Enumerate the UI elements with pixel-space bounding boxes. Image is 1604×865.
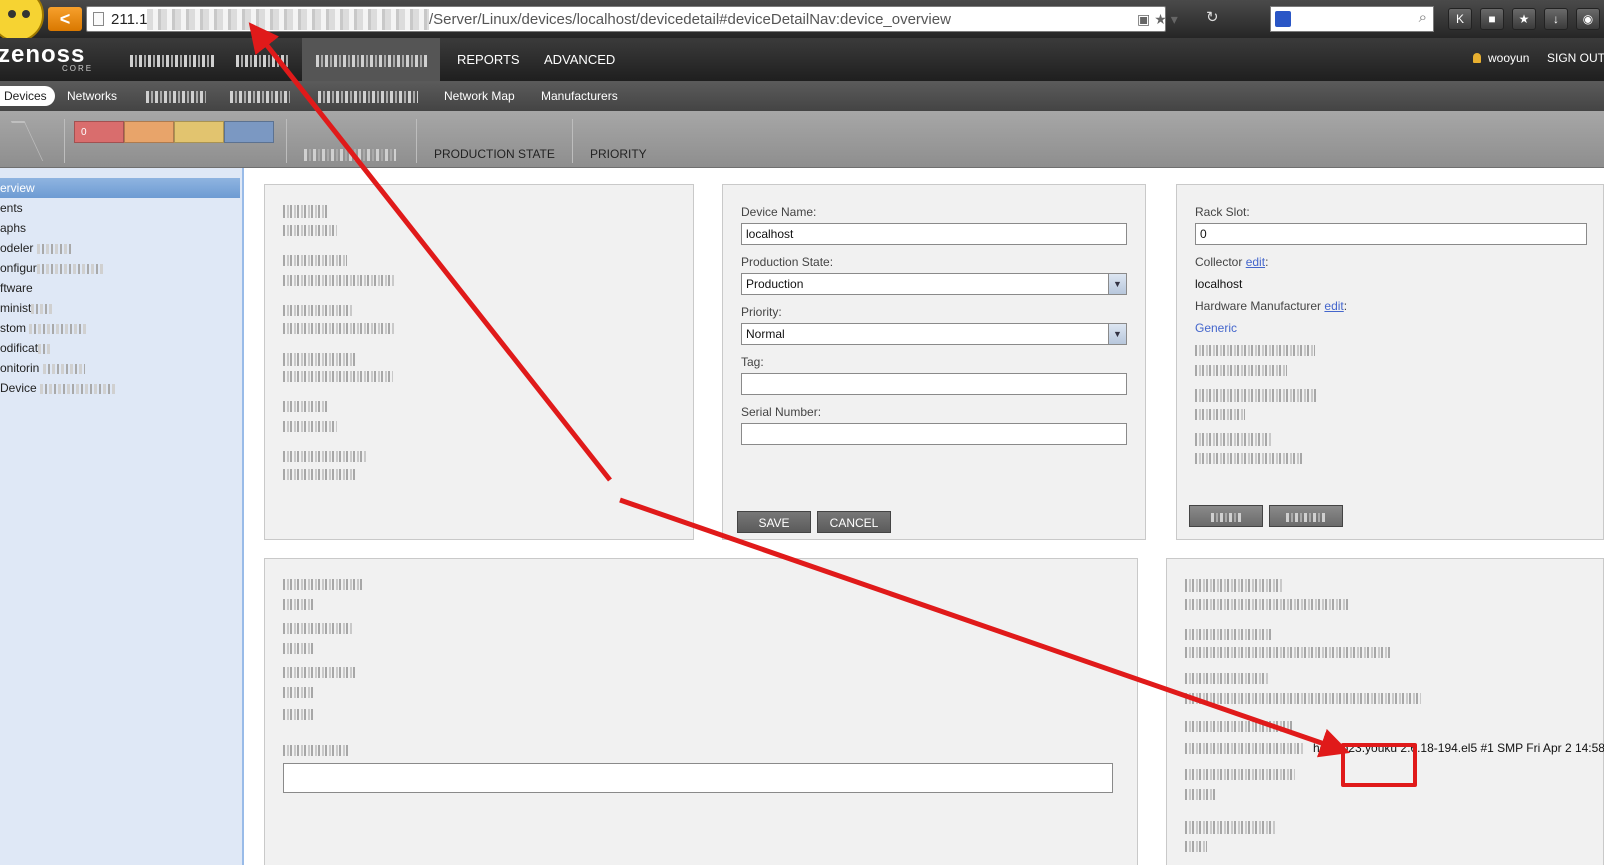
- bookmark-star-icon[interactable]: ▣★▾: [1137, 11, 1182, 28]
- summary-panel: [264, 184, 694, 540]
- chevron-right-icon: [10, 121, 44, 161]
- device-header: 0 PRODUCTION STATE PRIORITY: [0, 111, 1604, 168]
- page-icon: [93, 12, 104, 26]
- url-path: /Server/Linux/devices/localhost/devicede…: [429, 11, 951, 28]
- save-button[interactable]: SAVE: [737, 511, 811, 533]
- zenoss-logo-sub: CORE: [62, 64, 94, 73]
- cancel-button[interactable]: CANCEL: [817, 511, 891, 533]
- refresh-icon[interactable]: ↻: [1206, 8, 1219, 26]
- subnav-network-map[interactable]: Network Map: [444, 89, 515, 103]
- nav-monitoring-templates[interactable]: onitorin: [0, 358, 240, 378]
- sub-navigation: Devices Networks Network Map Manufacture…: [0, 81, 1604, 111]
- nav-dashboard[interactable]: [116, 38, 230, 81]
- nav-custom-properties[interactable]: stom: [0, 318, 240, 338]
- snmp-panel: hoss.b23.youku 2.6.18-194.el5 #1 SMP Fri…: [1166, 558, 1604, 865]
- back-button[interactable]: <: [48, 7, 82, 31]
- divider: [572, 119, 573, 163]
- tag-field[interactable]: [741, 373, 1127, 395]
- nav-events[interactable]: ents: [0, 198, 240, 218]
- download-icon[interactable]: ↓: [1544, 8, 1568, 30]
- subnav-networks[interactable]: Networks: [67, 89, 117, 103]
- hw-manufacturer-value[interactable]: Generic: [1195, 321, 1237, 335]
- screen: < 211.1 /Server/Linux/devices/localhost/…: [0, 0, 1604, 865]
- subnav-processes[interactable]: [146, 89, 206, 103]
- rack-slot-label: Rack Slot:: [1195, 205, 1250, 219]
- serial-number-label: Serial Number:: [741, 405, 822, 419]
- lock-icon[interactable]: ■: [1480, 8, 1504, 30]
- device-detail-nav: erview ents aphs odeler onfigur ftware m…: [0, 168, 244, 865]
- favorites-icon[interactable]: ★: [1512, 8, 1536, 30]
- production-state-value: Production: [746, 277, 804, 291]
- highlight-box: [1341, 743, 1417, 787]
- subnav-devices[interactable]: Devices: [0, 86, 55, 106]
- device-name-field[interactable]: localhost: [741, 223, 1127, 245]
- nav-reports[interactable]: REPORTS: [443, 38, 534, 81]
- browser-avatar-icon: [0, 0, 44, 42]
- comments-field[interactable]: [283, 763, 1113, 793]
- error-count[interactable]: [124, 121, 174, 143]
- url-redacted: [147, 9, 429, 30]
- nav-events[interactable]: [222, 38, 304, 81]
- hardware-cancel-button[interactable]: [1269, 505, 1343, 527]
- nav-software[interactable]: ftware: [0, 278, 240, 298]
- search-engine-icon[interactable]: [1275, 11, 1291, 27]
- signout-link[interactable]: SIGN OUT: [1547, 51, 1604, 65]
- user-icon: [1473, 53, 1481, 63]
- production-state-header: PRODUCTION STATE: [434, 147, 555, 161]
- warning-count[interactable]: [174, 121, 224, 143]
- nav-configuration[interactable]: onfigur: [0, 258, 240, 278]
- rack-slot-field[interactable]: 0: [1195, 223, 1587, 245]
- k-extension-icon[interactable]: K: [1448, 8, 1472, 30]
- search-input[interactable]: ⌕: [1270, 6, 1434, 32]
- collector-label: Collector edit:: [1195, 255, 1269, 269]
- hw-manufacturer-label: Hardware Manufacturer edit:: [1195, 299, 1348, 313]
- search-icon[interactable]: ⌕: [1419, 9, 1427, 26]
- priority-select[interactable]: Normal ▼: [741, 323, 1127, 345]
- username: wooyun: [1488, 51, 1530, 65]
- priority-label: Priority:: [741, 305, 782, 319]
- tag-label: Tag:: [741, 355, 764, 369]
- serial-number-field[interactable]: [741, 423, 1127, 445]
- production-state-label: Production State:: [741, 255, 834, 269]
- info-count[interactable]: [224, 121, 274, 143]
- divider: [286, 119, 287, 163]
- production-state-select[interactable]: Production ▼: [741, 273, 1127, 295]
- app-header: zenoss CORE REPORTS ADVANCED wooyun SIGN…: [0, 38, 1604, 81]
- collector-edit-link[interactable]: edit: [1246, 255, 1265, 269]
- links-panel: [264, 558, 1138, 865]
- subnav-manufacturers[interactable]: Manufacturers: [541, 89, 618, 103]
- nav-modifications[interactable]: odificat: [0, 338, 240, 358]
- subnav-product-types[interactable]: [318, 89, 418, 103]
- chevron-down-icon[interactable]: ▼: [1108, 324, 1126, 344]
- browser-toolbar: < 211.1 /Server/Linux/devices/localhost/…: [0, 0, 1604, 42]
- priority-header: PRIORITY: [590, 147, 647, 161]
- hardware-panel: Rack Slot: 0 Collector edit: localhost H…: [1176, 184, 1604, 540]
- nav-device-templates[interactable]: Device: [0, 378, 240, 398]
- device-edit-panel: Device Name: localhost Production State:…: [722, 184, 1146, 540]
- nav-graphs[interactable]: aphs: [0, 218, 240, 238]
- url-prefix: 211.1: [111, 11, 148, 28]
- divider: [64, 119, 65, 163]
- hardware-save-button[interactable]: [1189, 505, 1263, 527]
- nav-modeler-plugins[interactable]: odeler: [0, 238, 240, 258]
- subnav-services[interactable]: [230, 89, 290, 103]
- priority-value: Normal: [746, 327, 785, 341]
- chevron-down-icon[interactable]: ▼: [1108, 274, 1126, 294]
- divider: [416, 119, 417, 163]
- gamepad-icon[interactable]: ◉: [1576, 8, 1600, 30]
- nav-administration[interactable]: minist: [0, 298, 240, 318]
- user-menu[interactable]: wooyun: [1473, 51, 1529, 65]
- device-class-label: [304, 147, 396, 161]
- critical-count[interactable]: 0: [74, 121, 124, 143]
- device-name-label: Device Name:: [741, 205, 817, 219]
- nav-infrastructure[interactable]: [302, 38, 440, 81]
- address-bar[interactable]: 211.1 /Server/Linux/devices/localhost/de…: [86, 6, 1178, 32]
- nav-overview[interactable]: erview: [0, 178, 240, 198]
- nav-advanced[interactable]: ADVANCED: [530, 38, 629, 81]
- hw-manufacturer-edit-link[interactable]: edit: [1324, 299, 1343, 313]
- collector-value: localhost: [1195, 277, 1243, 291]
- event-severity-counts[interactable]: 0: [74, 121, 274, 143]
